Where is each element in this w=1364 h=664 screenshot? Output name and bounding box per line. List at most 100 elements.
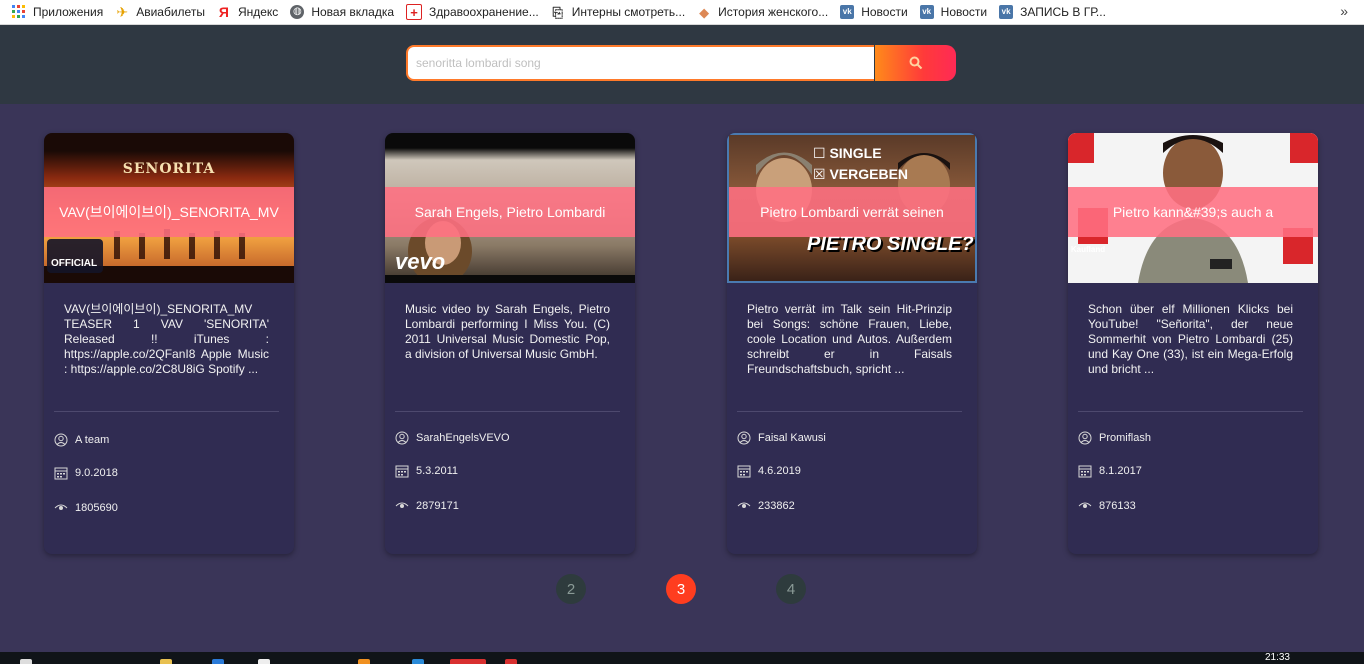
thumbnail-brand-label: Kaufland [1070,245,1106,254]
app-icon[interactable] [358,659,370,664]
notepad-icon[interactable] [258,659,270,664]
bookmark-tag-icon: ◆ [699,4,710,20]
globe-icon: ◍ [290,5,305,19]
card-description: Pietro verrät im Talk sein Hit-Prinzip b… [747,302,952,376]
eye-icon [1078,502,1092,508]
bookmark-label: Яндекс [237,5,279,19]
chrome-icon[interactable] [450,659,486,664]
page-4-button[interactable]: 4 [776,574,806,604]
user-icon [1078,431,1092,445]
yandex-icon: Я [218,4,229,20]
user-icon [395,431,409,445]
video-thumbnail[interactable]: ☐ SINGLE ☒ VERGEBEN PIETRO SINGLE? Pietr… [727,133,977,283]
divider [737,411,962,412]
calendar-icon [1078,465,1092,478]
card-channel: SarahEngelsVEVO [395,431,510,445]
eye-icon [54,504,68,510]
card-title-band: Pietro kann&#39;s auch a [1068,187,1318,237]
airplane-icon: ✈ [116,4,129,20]
app-icon[interactable] [505,659,517,664]
header [0,25,1364,104]
vk-icon: vk [840,5,855,19]
card-views: 1805690 [54,502,118,514]
vk-icon: vk [999,5,1014,19]
card-description: VAV(브이에이브이)_SENORITA_MV TEASER 1 VAV 'SE… [64,302,269,376]
bookmark-yandex[interactable]: Я Яндекс [217,5,278,19]
card-description: Music video by Sarah Engels, Pietro Lomb… [405,302,610,361]
card-title-band: Sarah Engels, Pietro Lombardi [385,187,635,237]
search-button[interactable] [875,45,956,81]
page-2-button[interactable]: 2 [556,574,586,604]
channel-name: Faisal Kawusi [758,432,826,444]
divider [395,411,620,412]
card-title-band: VAV(브이에이브이)_SENORITA_MV [44,187,294,237]
divider [1078,411,1303,412]
divider [54,411,279,412]
folder-icon[interactable] [160,659,172,664]
publish-date: 5.3.2011 [416,465,459,477]
channel-name: A team [75,434,110,446]
video-thumbnail[interactable]: Kaufland Pietro kann&#39;s auch a [1068,133,1318,283]
edge-icon[interactable] [212,659,224,664]
bookmark-label: Новости [861,5,908,19]
bookmark-label: Авиабилеты [136,5,205,19]
bookmark-label: Здравоохранение... [429,5,539,19]
clock[interactable]: 21:33 [1265,652,1290,664]
video-card[interactable]: vevo Sarah Engels, Pietro Lombardi Music… [385,133,635,554]
view-count: 233862 [758,500,795,512]
thumbnail-single-label: ☐ SINGLE [813,145,882,161]
card-channel: Faisal Kawusi [737,431,826,445]
bookmark-label: Новая вкладка [311,5,395,19]
user-icon [54,433,68,447]
bookmark-health[interactable]: + Здравоохранение... [406,4,539,20]
bookmark-new-tab[interactable]: ◍ Новая вкладка [290,5,394,19]
page-3-button[interactable]: 3 [666,574,696,604]
card-views: 2879171 [395,500,459,512]
view-count: 876133 [1099,500,1136,512]
publish-date: 8.1.2017 [1099,465,1142,477]
thumbnail-taken-label: ☒ VERGEBEN [813,166,909,182]
bookmarks-more-button[interactable]: » [1340,3,1348,19]
video-thumbnail[interactable]: SENORITA OFFICIAL VAV(브이에이브이)_SENORITA_M… [44,133,294,283]
calendar-icon [54,467,68,480]
bookmark-label: ЗАПИСЬ В ГР... [1020,5,1106,19]
bookmarks-bar: Приложения ✈ Авиабилеты Я Яндекс ◍ Новая… [0,0,1364,25]
bookmark-history[interactable]: ◆ История женского... [697,5,828,19]
calendar-icon [395,465,409,478]
video-card[interactable]: Kaufland Pietro kann&#39;s auch a Schon … [1068,133,1318,554]
calendar-icon [737,465,751,478]
channel-name: SarahEngelsVEVO [416,432,510,444]
card-date: 9.0.2018 [54,466,118,480]
video-card[interactable]: SENORITA OFFICIAL VAV(브이에이브이)_SENORITA_M… [44,133,294,554]
bookmark-label: Новости [940,5,988,19]
view-count: 1805690 [75,502,118,514]
view-count: 2879171 [416,500,459,512]
red-cross-icon: + [406,4,423,20]
start-icon[interactable] [20,659,32,664]
card-date: 8.1.2017 [1078,464,1142,478]
page-icon: ⎘ [552,4,563,20]
user-icon [737,431,751,445]
card-views: 233862 [737,500,795,512]
card-description: Schon über elf Millionen Klicks bei YouT… [1088,302,1293,376]
card-title-band: Pietro Lombardi verrät seinen [729,187,975,237]
channel-badge: OFFICIAL [47,239,103,273]
card-channel: A team [54,433,109,447]
bookmark-vk-news[interactable]: vk Новости [840,5,908,19]
publish-date: 4.6.2019 [758,465,801,477]
bookmark-flights[interactable]: ✈ Авиабилеты [115,5,205,19]
bookmark-vk-news-2[interactable]: vk Новости [919,5,988,19]
video-card[interactable]: ☐ SINGLE ☒ VERGEBEN PIETRO SINGLE? Pietr… [727,133,977,554]
bookmark-apps[interactable]: Приложения [12,5,103,19]
card-date: 4.6.2019 [737,464,801,478]
card-date: 5.3.2011 [395,464,458,478]
bookmark-interns[interactable]: ⎘ Интерны смотреть... [551,4,686,20]
taskbar: 21:33 [0,652,1364,664]
card-channel: Promiflash [1078,431,1151,445]
bookmark-vk-record[interactable]: vk ЗАПИСЬ В ГР... [999,5,1106,19]
video-thumbnail[interactable]: vevo Sarah Engels, Pietro Lombardi [385,133,635,283]
vevo-logo: vevo [395,249,446,274]
search-input[interactable] [406,45,874,81]
app-icon[interactable] [412,659,424,664]
vk-icon: vk [919,5,934,19]
